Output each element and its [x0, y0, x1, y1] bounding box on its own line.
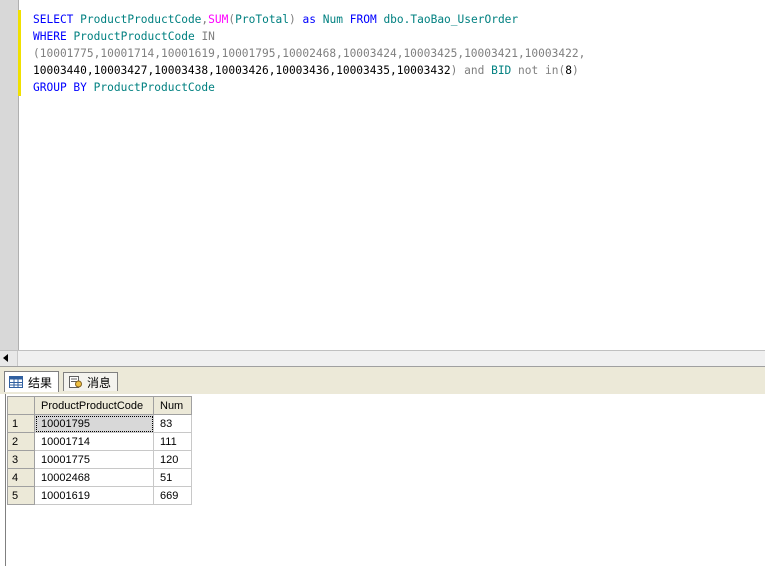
tab-messages[interactable]: 消息 — [63, 372, 119, 391]
table-row[interactable]: 1 10001795 83 — [7, 414, 192, 433]
cell-num[interactable]: 120 — [153, 450, 192, 469]
table-row[interactable]: 3 10001775 120 — [7, 450, 192, 469]
group-col: ProductProductCode — [93, 81, 215, 94]
results-pane: ProductProductCode Num 1 10001795 83 2 1… — [0, 394, 765, 566]
scrollbar-track[interactable] — [17, 351, 765, 366]
where-col: ProductProductCode — [73, 30, 195, 43]
results-grid[interactable]: ProductProductCode Num 1 10001795 83 2 1… — [7, 396, 192, 505]
rparen-2: ) — [572, 64, 579, 77]
op-and: and — [464, 64, 485, 77]
tab-results[interactable]: 结果 — [4, 371, 60, 392]
kw-where: WHERE — [33, 30, 67, 43]
tab-results-label: 结果 — [28, 375, 53, 390]
sql-code[interactable]: SELECT ProductProductCode,SUM(ProTotal) … — [33, 11, 585, 96]
horizontal-scrollbar[interactable] — [0, 350, 765, 366]
cell-code[interactable]: 10001795 — [34, 414, 154, 433]
kw-from: FROM — [349, 13, 377, 26]
tab-messages-label: 消息 — [87, 375, 112, 390]
table-row[interactable]: 4 10002468 51 — [7, 468, 192, 487]
kw-select: SELECT — [33, 13, 74, 26]
table-row[interactable]: 2 10001714 111 — [7, 432, 192, 451]
rparen: ) — [289, 13, 296, 26]
editor-gutter — [0, 0, 19, 350]
table-row[interactable]: 5 10001619 669 — [7, 486, 192, 505]
op-in: in — [545, 64, 559, 77]
message-icon — [69, 376, 82, 388]
query-editor[interactable]: SELECT ProductProductCode,SUM(ProTotal) … — [0, 0, 765, 350]
table-name: dbo.TaoBao_UserOrder — [383, 13, 519, 26]
row-number[interactable]: 4 — [7, 468, 35, 487]
cell-num[interactable]: 83 — [153, 414, 192, 433]
row-number[interactable]: 5 — [7, 486, 35, 505]
kw-group-by: GROUP BY — [33, 81, 87, 94]
results-border — [5, 394, 6, 566]
cell-num[interactable]: 669 — [153, 486, 192, 505]
scroll-left-arrow-icon[interactable] — [3, 354, 8, 362]
col-prototal: ProTotal — [235, 13, 290, 26]
value-eight: 8 — [565, 64, 572, 77]
alias-num: Num — [322, 13, 343, 26]
kw-in: IN — [201, 30, 215, 43]
in-list-rparen: ) — [450, 64, 458, 77]
row-number[interactable]: 3 — [7, 450, 35, 469]
cell-code[interactable]: 10001619 — [34, 486, 154, 505]
change-indicator-bar — [18, 10, 21, 96]
cell-code[interactable]: 10001775 — [34, 450, 154, 469]
cell-code[interactable]: 10002468 — [34, 468, 154, 487]
row-number[interactable]: 2 — [7, 432, 35, 451]
kw-as: as — [302, 13, 317, 26]
col-name: ProductProductCode — [80, 13, 202, 26]
column-header-code[interactable]: ProductProductCode — [34, 396, 154, 415]
grid-header-row: ProductProductCode Num — [7, 396, 192, 415]
cell-num[interactable]: 111 — [153, 432, 192, 451]
cell-code[interactable]: 10001714 — [34, 432, 154, 451]
grid-corner[interactable] — [7, 396, 35, 415]
col-bid: BID — [491, 64, 512, 77]
grid-icon — [9, 376, 23, 388]
results-tabbar: 结果 消息 — [0, 366, 765, 395]
cell-num[interactable]: 51 — [153, 468, 192, 487]
column-header-num[interactable]: Num — [153, 396, 192, 415]
op-not: not — [518, 64, 539, 77]
row-number[interactable]: 1 — [7, 414, 35, 433]
in-list-line1: (10001775,10001714,10001619,10001795,100… — [33, 47, 586, 60]
fn-sum: SUM — [208, 13, 229, 26]
in-list-line2: 10003440,10003427,10003438,10003426,1000… — [33, 64, 451, 77]
